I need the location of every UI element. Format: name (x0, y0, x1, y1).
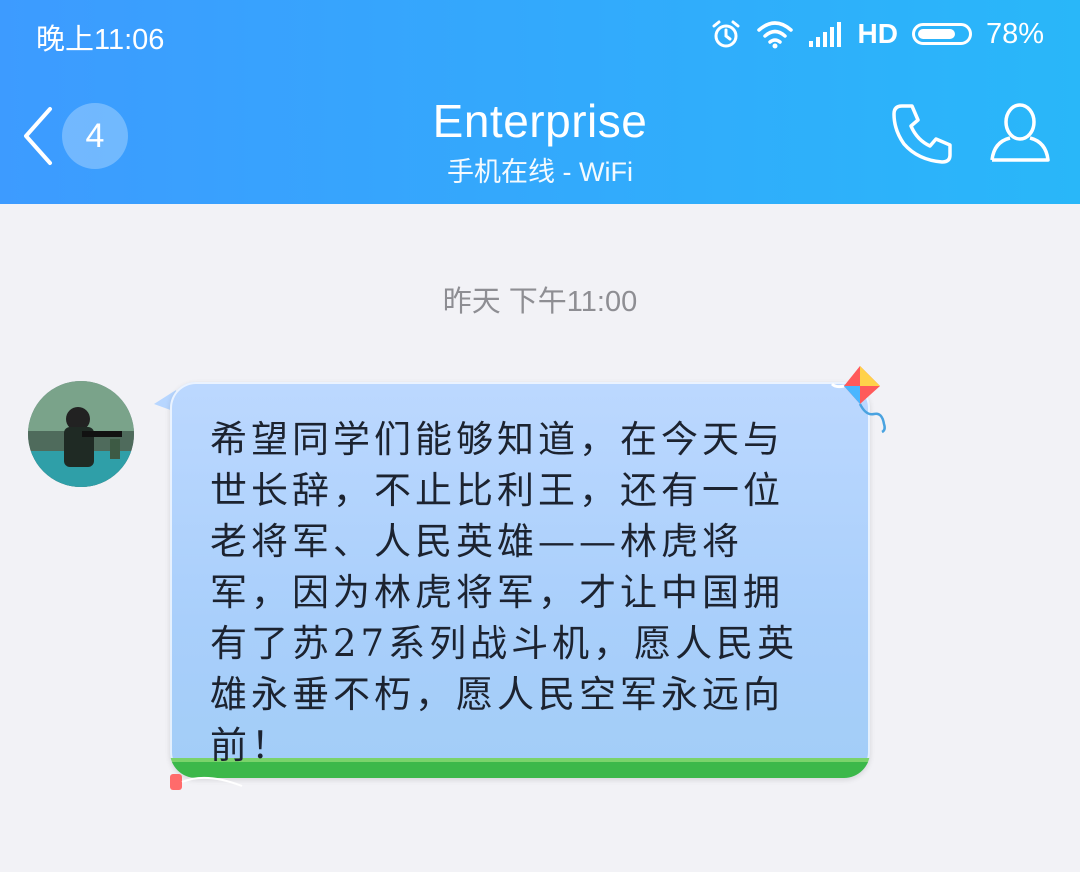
top-bar: 晚上11:06 HD 78% 4 Enterprise 手机在线 - WiFi (0, 0, 1080, 204)
alarm-icon (712, 20, 739, 48)
back-button[interactable]: 4 (20, 100, 140, 172)
message-bubble[interactable]: 希望同学们能够知道，在今天与 世长辞，不止比利王，还有一位 老将军、人民英雄——… (152, 366, 892, 806)
chevron-left-icon (24, 107, 52, 165)
battery-icon (911, 23, 972, 45)
page-title: Enterprise (432, 95, 648, 147)
unread-count-badge: 4 (62, 103, 128, 169)
user-icon (990, 103, 1050, 162)
chat-header: Enterprise 手机在线 - WiFi (240, 94, 840, 189)
battery-level-fill (917, 29, 955, 39)
avatar-photo (28, 381, 134, 487)
online-status: 手机在线 - WiFi (447, 157, 633, 187)
phone-icon (892, 104, 952, 164)
battery-percent: 78% (985, 17, 1044, 50)
wifi-icon (756, 21, 793, 49)
network-type-label: HD (857, 18, 898, 49)
signal-icon (808, 22, 841, 47)
kite-spool-icon (170, 774, 243, 790)
profile-button[interactable] (986, 100, 1054, 169)
contact-avatar[interactable] (28, 381, 134, 487)
kite-icon (830, 366, 886, 434)
bubble-body: 希望同学们能够知道，在今天与 世长辞，不止比利王，还有一位 老将军、人民英雄——… (170, 382, 870, 778)
message-timestamp: 昨天 下午11:00 (442, 286, 638, 318)
status-time: 晚上11:06 (36, 24, 165, 56)
status-indicators: HD 78% (710, 16, 1044, 52)
message-text: 希望同学们能够知道，在今天与 世长辞，不止比利王，还有一位 老将军、人民英雄——… (210, 418, 799, 767)
call-button[interactable] (888, 100, 956, 173)
